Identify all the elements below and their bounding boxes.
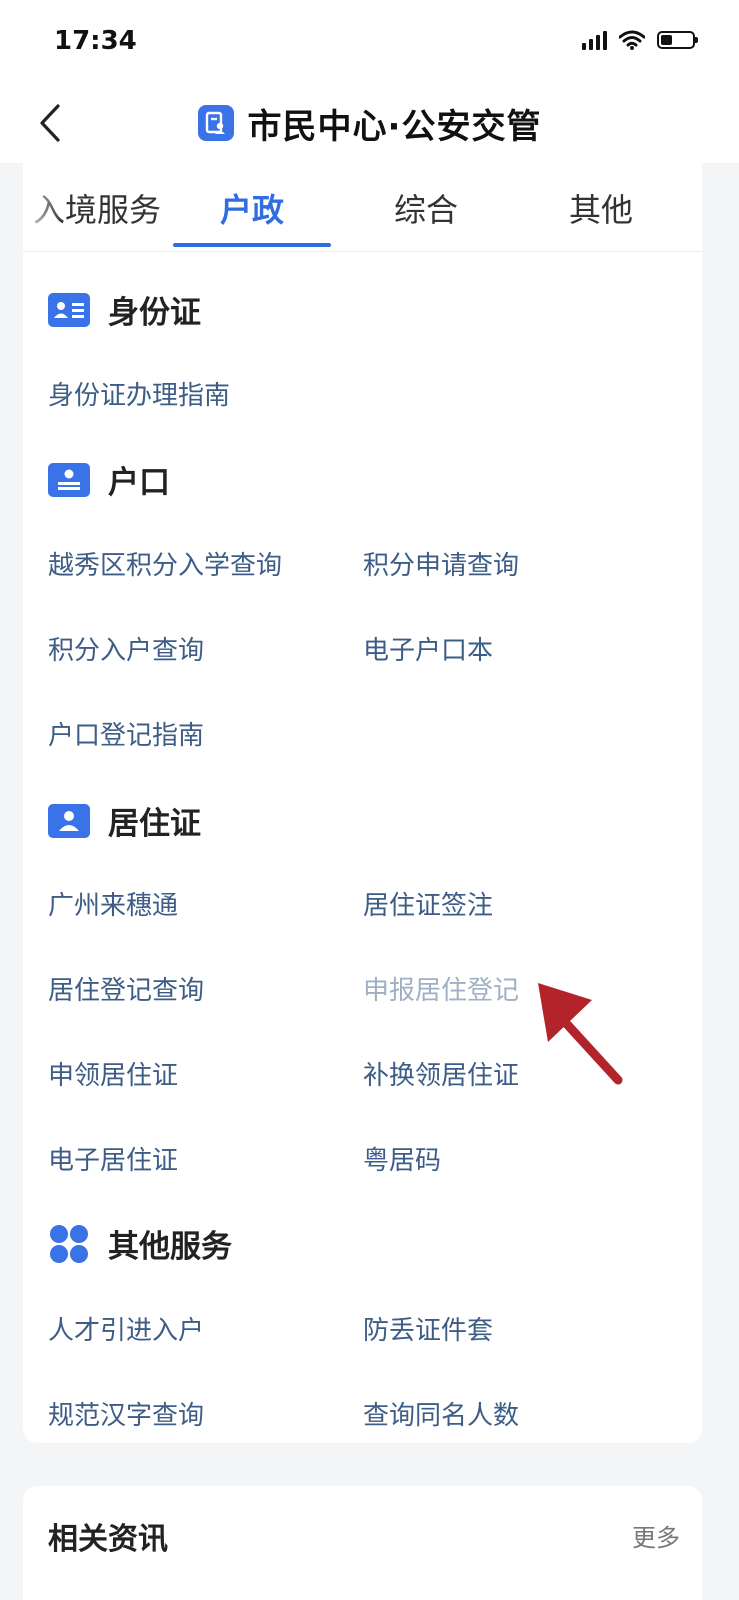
service-link[interactable]: 户口登记指南 — [48, 715, 204, 752]
tab-household[interactable]: 户政 — [220, 185, 284, 231]
news-section-title: 相关资讯 — [48, 1522, 168, 1557]
page-title: 市民中心·公安交管 — [247, 106, 542, 147]
battery-icon — [657, 31, 698, 49]
service-link[interactable]: 电子居住证 — [48, 1140, 178, 1177]
section-title: 其他服务 — [108, 1229, 232, 1265]
service-link-declare-residence[interactable]: 申报居住登记 — [363, 970, 519, 1007]
service-link[interactable]: 规范汉字查询 — [48, 1395, 204, 1432]
section-header-household: 户口 — [48, 457, 170, 502]
section-header-other-services: 其他服务 — [48, 1221, 232, 1266]
service-link[interactable]: 申领居住证 — [48, 1055, 178, 1092]
status-time: 17:34 — [54, 26, 137, 56]
service-link[interactable]: 积分申请查询 — [363, 545, 519, 582]
service-card: 入境服务 户政 综合 其他 身份证 身份证办理指南 户口 越秀区积分入学查询 积… — [23, 163, 702, 1443]
section-title: 户口 — [108, 465, 170, 501]
service-link[interactable]: 电子户口本 — [363, 630, 493, 667]
residence-permit-icon — [48, 803, 90, 838]
cellular-signal-icon — [582, 30, 607, 50]
section-header-id-card: 身份证 — [48, 287, 201, 332]
household-book-icon — [48, 462, 90, 497]
id-card-icon — [48, 292, 90, 327]
service-link[interactable]: 越秀区积分入学查询 — [48, 545, 282, 582]
tab-comprehensive[interactable]: 综合 — [394, 185, 458, 231]
active-tab-indicator — [173, 243, 331, 247]
news-card: 相关资讯 更多 — [23, 1486, 702, 1600]
service-link[interactable]: 身份证办理指南 — [48, 375, 230, 412]
service-link[interactable]: 居住证签注 — [363, 885, 493, 922]
service-link[interactable]: 居住登记查询 — [48, 970, 204, 1007]
service-link[interactable]: 广州来穗通 — [48, 885, 178, 922]
section-title: 居住证 — [108, 806, 201, 842]
service-link[interactable]: 粤居码 — [363, 1140, 441, 1177]
service-link[interactable]: 积分入户查询 — [48, 630, 204, 667]
citizen-center-logo-icon — [197, 105, 234, 141]
section-title: 身份证 — [108, 295, 201, 331]
tab-other[interactable]: 其他 — [569, 185, 633, 231]
wifi-icon — [619, 30, 645, 50]
top-bar: 17:34 市民中心·公安交管 — [0, 0, 739, 163]
status-icons — [582, 30, 698, 50]
service-link[interactable]: 补换领居住证 — [363, 1055, 519, 1092]
more-link[interactable]: 更多 — [632, 1518, 680, 1553]
nav-title-group: 市民中心·公安交管 — [0, 100, 739, 147]
tab-bar: 入境服务 户政 综合 其他 — [23, 163, 702, 252]
service-link[interactable]: 防丢证件套 — [363, 1310, 493, 1347]
service-link[interactable]: 人才引进入户 — [48, 1310, 204, 1347]
grid-apps-icon — [50, 1224, 88, 1263]
section-header-residence-permit: 居住证 — [48, 798, 201, 843]
service-link[interactable]: 查询同名人数 — [363, 1395, 519, 1432]
